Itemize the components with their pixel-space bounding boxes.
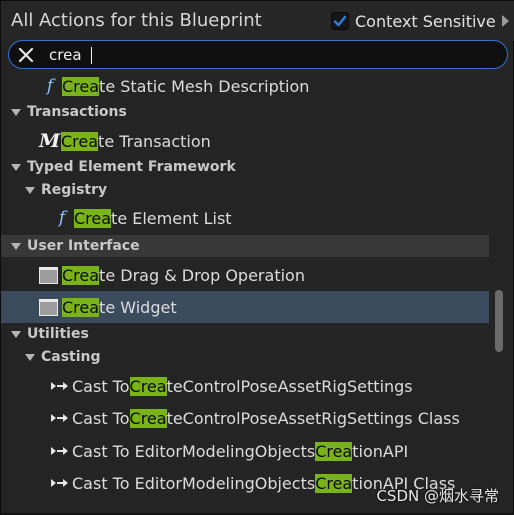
- search-input[interactable]: [49, 44, 489, 66]
- clear-search-icon[interactable]: [17, 46, 35, 64]
- action-item[interactable]: f Crea te Element List: [1, 202, 489, 234]
- expand-arrow-icon[interactable]: [11, 163, 21, 171]
- category-row[interactable]: Utilities: [1, 323, 489, 345]
- action-item[interactable]: Crea te Widget: [1, 291, 489, 323]
- category-label: Typed Element Framework: [27, 159, 236, 175]
- search-match-highlight: Crea: [62, 297, 100, 317]
- blueprint-action-menu: All Actions for this Blueprint Context S…: [0, 0, 514, 514]
- expand-arrow-icon[interactable]: [501, 15, 509, 27]
- category-label: Transactions: [27, 104, 127, 120]
- search-match-highlight: Crea: [62, 76, 100, 96]
- widget-icon: [39, 266, 58, 284]
- category-row[interactable]: Registry: [1, 179, 489, 201]
- context-sensitive-checkbox[interactable]: [331, 12, 349, 30]
- action-item[interactable]: Crea te Drag & Drop Operation: [1, 259, 489, 291]
- item-label-prefix: Cast To: [72, 408, 130, 428]
- function-icon: f: [58, 208, 66, 228]
- category-row[interactable]: Typed Element Framework: [1, 156, 489, 178]
- item-label-prefix: Cast To: [72, 376, 130, 396]
- scrollbar-thumb[interactable]: [495, 290, 503, 352]
- category-row[interactable]: User Interface: [1, 235, 489, 257]
- category-label: Casting: [41, 349, 101, 365]
- item-label-prefix: Cast To EditorModelingObjects: [72, 441, 316, 461]
- search-match-highlight: Crea: [74, 208, 112, 228]
- search-match-highlight: Crea: [62, 265, 100, 285]
- item-label-suffix: tionAPI: [352, 441, 409, 461]
- category-label: User Interface: [27, 238, 140, 254]
- item-label-suffix: te Widget: [99, 297, 177, 317]
- search-match-highlight: Crea: [315, 473, 353, 493]
- item-label-suffix: te Element List: [111, 208, 232, 228]
- expand-arrow-icon[interactable]: [11, 330, 21, 338]
- expand-arrow-icon[interactable]: [11, 108, 21, 116]
- checkmark-icon: [333, 15, 347, 27]
- expand-arrow-icon[interactable]: [11, 242, 21, 250]
- category-label: Registry: [41, 182, 108, 198]
- item-label-suffix: te Transaction: [98, 131, 211, 151]
- context-sensitive-toggle[interactable]: Context Sensitive: [331, 10, 509, 32]
- search-match-highlight: Crea: [61, 131, 99, 151]
- item-label-prefix: Cast To EditorModelingObjects: [72, 473, 316, 493]
- category-row[interactable]: Transactions: [1, 101, 489, 123]
- watermark: CSDN @烟水寻常: [376, 487, 499, 505]
- cast-icon: [51, 382, 68, 390]
- search-match-highlight: Crea: [129, 376, 167, 396]
- function-icon: f: [46, 76, 54, 96]
- action-list: f Crea te Static Mesh Description Transacti…: [1, 70, 493, 515]
- menu-title: All Actions for this Blueprint: [11, 10, 262, 31]
- action-item[interactable]: f Crea te Static Mesh Description: [1, 70, 489, 102]
- search-match-highlight: Crea: [315, 441, 353, 461]
- action-item[interactable]: Cast To Crea teControlPoseAssetRigSetting…: [1, 370, 489, 402]
- action-item[interactable]: Cast To EditorModelingObjects Crea tionAPI: [1, 435, 489, 467]
- cast-icon: [51, 414, 68, 422]
- action-item[interactable]: M Crea te Transaction: [1, 125, 489, 157]
- cast-icon: [51, 447, 68, 455]
- search-match-highlight: Crea: [129, 408, 167, 428]
- item-label-suffix: teControlPoseAssetRigSettings: [166, 376, 413, 396]
- expand-arrow-icon[interactable]: [25, 353, 35, 361]
- item-label-suffix: te Static Mesh Description: [99, 76, 310, 96]
- action-item[interactable]: Cast To Crea teControlPoseAssetRigSetting…: [1, 402, 489, 434]
- search-box: [8, 40, 508, 69]
- category-row[interactable]: Casting: [1, 346, 489, 368]
- widget-icon: [39, 298, 58, 316]
- cast-icon: [51, 479, 68, 487]
- item-label-suffix: te Drag & Drop Operation: [99, 265, 305, 285]
- menu-header: All Actions for this Blueprint Context S…: [1, 1, 514, 41]
- item-label-suffix: teControlPoseAssetRigSettings Class: [166, 408, 460, 428]
- category-label: Utilities: [27, 326, 89, 342]
- macro-icon: M: [39, 130, 61, 152]
- context-sensitive-label: Context Sensitive: [355, 11, 496, 31]
- text-caret: [91, 47, 92, 64]
- expand-arrow-icon[interactable]: [25, 186, 35, 194]
